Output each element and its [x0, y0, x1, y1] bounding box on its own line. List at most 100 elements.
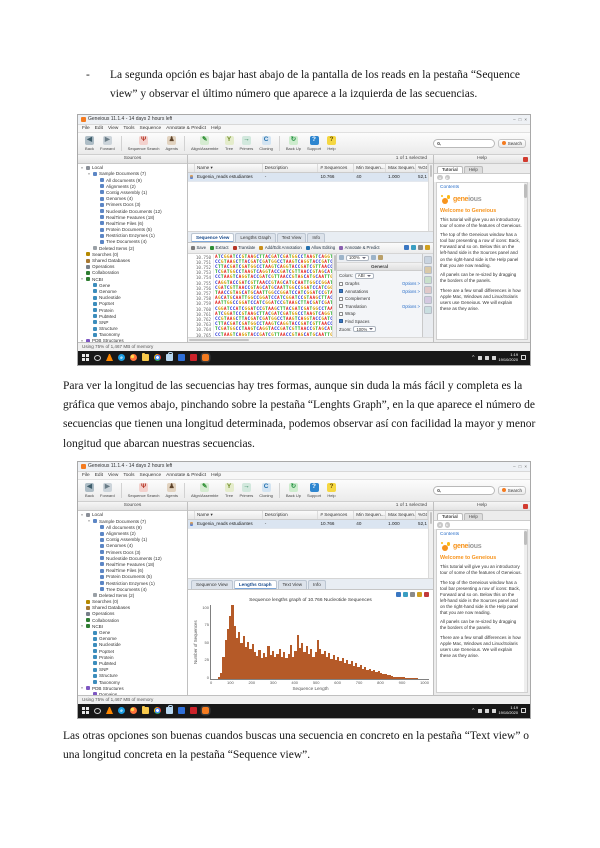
column-header-gc[interactable]: %GC [416, 163, 428, 172]
chrome-taskbar-icon[interactable] [154, 354, 161, 362]
toolbar-help-button[interactable]: ? Help [324, 135, 339, 152]
notification-center-icon[interactable] [521, 355, 526, 361]
settings-icon[interactable] [417, 591, 422, 597]
annotations-checkbox[interactable] [339, 289, 343, 294]
close-icon[interactable] [523, 156, 528, 162]
wrap-checkbox[interactable] [339, 311, 343, 316]
menu-edit[interactable]: Edit [95, 473, 103, 478]
tray-caret-icon[interactable]: ^ [472, 708, 474, 714]
taskbar-clock[interactable]: 1:19 19/10/2020 [499, 705, 518, 715]
store-taskbar-icon[interactable] [166, 705, 173, 715]
menu-annotate-predict[interactable]: Annotate & Predict [166, 126, 206, 131]
tab-text-view[interactable]: Text View [276, 232, 307, 242]
toolbar-agents-button[interactable]: ♟ Agents [162, 135, 180, 152]
toolbar-forward-button[interactable]: ▶ Forward [97, 482, 118, 499]
edge-taskbar-icon[interactable]: e [118, 707, 125, 715]
adobe-taskbar-icon[interactable] [190, 707, 197, 715]
seqtool-add-edit-annotation-button[interactable]: Add/Edit Annotation [259, 245, 302, 250]
colors-select[interactable]: ABI [354, 272, 374, 279]
tab-info[interactable]: Info [307, 232, 326, 242]
vlc-taskbar-icon[interactable] [106, 707, 113, 715]
column-header-description[interactable]: Description [263, 510, 319, 519]
maximize-button[interactable]: □ [519, 117, 522, 122]
toolbar-align-assemble-button[interactable]: ✎ Align/Assemble [188, 482, 222, 499]
notification-center-icon[interactable] [521, 708, 526, 714]
toolbar-tree-button[interactable]: Y Tree [222, 482, 237, 499]
search-taskbar-icon[interactable] [94, 707, 101, 714]
appblue-taskbar-icon[interactable] [178, 354, 185, 362]
seqtool-translate-button[interactable]: Translate [232, 245, 255, 250]
sequence-scrollbar[interactable] [332, 253, 336, 337]
start-button[interactable] [82, 354, 89, 362]
zoom-select[interactable]: 100% [353, 326, 377, 333]
search-button[interactable]: Search [497, 138, 526, 148]
table-row[interactable]: Eugenia_reads estudiantes - 10.766 40 1.000 5… [188, 172, 428, 182]
zoom-in-icon[interactable] [404, 245, 409, 251]
search-input[interactable] [432, 138, 495, 148]
tray-network-icon[interactable] [477, 708, 482, 713]
menu-sequence[interactable]: Sequence [140, 473, 162, 478]
graphs-options-link[interactable]: Options > [402, 281, 420, 286]
geneious-taskbar-icon[interactable] [202, 707, 209, 715]
toolbar-primers-button[interactable]: → Primers [237, 482, 257, 499]
search-input[interactable] [432, 485, 495, 495]
menu-tools[interactable]: Tools [123, 473, 134, 478]
toolbar-sequence-search-button[interactable]: Ψ Sequence Search [125, 482, 163, 499]
copy-icon[interactable] [410, 591, 415, 597]
menu-help[interactable]: Help [211, 126, 221, 131]
help-forward-icon[interactable]: ► [444, 174, 450, 181]
column-header-min-sequen[interactable]: Min Sequen... [354, 510, 387, 519]
annotations-options-link[interactable]: Options > [402, 289, 420, 294]
tray-network-icon[interactable] [477, 355, 482, 360]
firefox-taskbar-icon[interactable] [130, 354, 137, 362]
menu-view[interactable]: View [108, 126, 118, 131]
toolbar-support-button[interactable]: ? Support [304, 135, 324, 152]
menu-tools[interactable]: Tools [123, 126, 134, 131]
minimize-button[interactable]: – [513, 464, 516, 469]
toolbar-help-button[interactable]: ? Help [324, 482, 339, 499]
column-header-name[interactable]: Name ▾ [195, 163, 263, 172]
toolbar-support-button[interactable]: ? Support [304, 482, 324, 499]
help-back-icon[interactable]: ◄ [437, 174, 443, 181]
toolbar-back-up-button[interactable]: ↻ Back Up [283, 482, 304, 499]
column-header-max-sequen[interactable]: Max Sequen... [386, 163, 417, 172]
column-header-sequences[interactable]: # Sequences [318, 163, 355, 172]
toolbar-cloning-button[interactable]: C Cloning [256, 482, 276, 499]
seqtool-save-button[interactable]: Save [191, 245, 206, 250]
tab-lengths-graph[interactable]: Lengths Graph [235, 232, 276, 242]
column-header-min-sequen[interactable]: Min Sequen... [354, 163, 387, 172]
toolbar-cloning-button[interactable]: C Cloning [256, 135, 276, 152]
translation-options-link[interactable]: Options > [402, 304, 420, 309]
toolbar-forward-button[interactable]: ▶ Forward [97, 135, 118, 152]
toolbar-back-button[interactable]: ◀ Back [82, 135, 97, 152]
translation-checkbox[interactable] [339, 304, 343, 309]
complement-checkbox[interactable] [339, 296, 343, 301]
toolbar-sequence-search-button[interactable]: Ψ Sequence Search [125, 135, 163, 152]
explorer-taskbar-icon[interactable] [142, 705, 149, 715]
menu-sequence[interactable]: Sequence [140, 126, 162, 131]
seqtool-annotate-predict-button[interactable]: Annotate & Predict [339, 245, 380, 250]
start-button[interactable] [82, 707, 89, 715]
side-tab-zoom-icon[interactable] [424, 295, 432, 304]
tab-text-view[interactable]: Text View [277, 579, 308, 589]
column-header-max-sequen[interactable]: Max Sequen... [386, 510, 417, 519]
menu-edit[interactable]: Edit [95, 126, 103, 131]
toolbar-tree-button[interactable]: Y Tree [222, 135, 237, 152]
tray-battery-icon[interactable] [491, 708, 496, 713]
column-header-sequences[interactable]: # Sequences [318, 510, 355, 519]
help-tab-help[interactable]: Help [463, 512, 483, 520]
edge-taskbar-icon[interactable]: e [118, 354, 125, 362]
help-scrollbar[interactable] [523, 182, 527, 339]
tab-lengths-graph[interactable]: Lengths Graph [233, 579, 277, 589]
help-tab-tutorial[interactable]: Tutorial [437, 165, 463, 173]
tab-sequence-view[interactable]: Sequence View [191, 579, 233, 589]
export-icon[interactable] [396, 591, 401, 597]
horizontal-scrollbar[interactable] [188, 336, 433, 342]
column-header-gc[interactable]: %GC [416, 510, 428, 519]
adobe-taskbar-icon[interactable] [190, 354, 197, 362]
maximize-button[interactable]: □ [519, 464, 522, 469]
side-tab-graphs-icon[interactable] [424, 275, 432, 284]
chrome-taskbar-icon[interactable] [154, 707, 161, 715]
vlc-taskbar-icon[interactable] [106, 354, 113, 362]
close-button[interactable]: × [524, 117, 527, 122]
